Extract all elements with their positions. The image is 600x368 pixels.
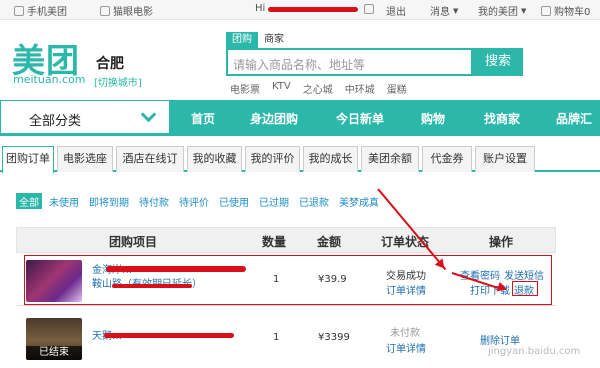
highlight-box-refund [512,281,538,296]
user-greeting: Hi [255,3,266,14]
deal-thumbnail[interactable]: 已结束 [26,318,82,360]
order-status: 未付款 [390,328,420,339]
tab-balance[interactable]: 美团余额 [361,146,419,172]
col-item: 团购项目 [109,235,158,249]
filter-unused[interactable]: 未使用 [46,193,82,209]
delete-order-link[interactable]: 删除订单 [480,332,520,347]
nav-nearby[interactable]: 身边团购 [250,110,298,127]
search-tab-merchants[interactable]: 商家 [258,32,290,48]
account-tabs: 团购订单 电影选座 酒店在线订 我的收藏 我的评价 我的成长 美团余额 代金券 … [0,146,600,173]
mobile-app-link[interactable]: 手机美团 [14,3,67,18]
hot-keywords: 电影票 KTV 之心城 中环城 蛋糕 [230,81,407,96]
search-button[interactable]: 搜索 [473,48,523,76]
redacted-title [104,333,234,338]
cart-icon [541,5,551,16]
current-city: 合肥 [96,56,124,72]
filter-dream[interactable]: 美梦成真 [336,193,382,209]
nav-merchants[interactable]: 找商家 [484,110,520,127]
tab-vouchers[interactable]: 代金券 [422,146,472,172]
filter-used[interactable]: 已使用 [216,193,252,209]
logout-link[interactable]: 退出 [386,3,406,18]
order-filters: 全部 未使用 即将到期 待付款 待评价 已使用 已过期 已退款 美梦成真 [16,193,382,209]
messages-link[interactable]: 消息 ▼ [430,3,459,19]
top-bar: 手机美团 猫眼电影 Hi 退出 消息 ▼ 我的美团 ▼ 购物车0 [0,0,600,20]
switch-city-link[interactable]: [切换城市] [94,74,142,89]
quantity: 1 [273,332,280,343]
filter-to-review[interactable]: 待评价 [176,193,212,209]
col-quantity: 数量 [262,235,287,249]
chevron-down-icon: ▼ [453,6,459,15]
tab-movie-seats[interactable]: 电影选座 [57,146,113,172]
tab-favorites[interactable]: 我的收藏 [187,146,242,172]
filter-all[interactable]: 全部 [16,193,42,209]
hot-keyword[interactable]: 蛋糕 [387,81,407,96]
filter-refunded[interactable]: 已退款 [296,193,332,209]
redacted-username [268,7,358,12]
tab-account-settings[interactable]: 账户设置 [475,146,535,172]
movie-link[interactable]: 猫眼电影 [100,3,153,18]
cart-link[interactable]: 购物车0 [541,3,590,18]
nav-shopping[interactable]: 购物 [421,110,445,127]
nav-new-today[interactable]: 今日新单 [336,110,384,127]
ended-badge: 已结束 [26,346,82,360]
chevron-down-icon: ▼ [521,6,527,15]
search-tab-deals[interactable]: 团购 [226,32,258,48]
filter-unpaid[interactable]: 待付款 [136,193,172,209]
tab-reviews[interactable]: 我的评价 [245,146,300,172]
nav-home[interactable]: 首页 [191,110,215,127]
tab-hotel-booking[interactable]: 酒店在线订 [116,146,184,172]
col-actions: 操作 [489,235,514,249]
tab-group-orders[interactable]: 团购订单 [2,146,54,173]
filter-expiring[interactable]: 即将到期 [86,193,132,209]
chevron-down-icon [140,106,157,123]
hot-keyword[interactable]: 电影票 [230,81,260,96]
amount: ¥3399 [318,332,350,343]
order-detail-link[interactable]: 订单详情 [386,340,426,355]
all-categories-dropdown[interactable]: 全部分类 [0,100,170,136]
table-row: 已结束 天鹅… 1 ¥3399 未付款 订单详情 删除订单 [16,310,556,368]
hot-keyword[interactable]: 中环城 [345,81,375,96]
col-amount: 金额 [317,235,342,249]
search-scope-tabs: 团购 商家 [226,32,290,48]
phone-icon [14,5,24,16]
mail-icon[interactable] [364,4,374,14]
logo-domain: meituan.com [13,73,86,86]
nav-brands[interactable]: 品牌汇 [556,110,592,127]
watermark: jingyan.baidu.com [488,346,581,357]
filter-expired[interactable]: 已过期 [256,193,292,209]
tab-growth[interactable]: 我的成长 [303,146,358,172]
search-input[interactable]: 请输入商品名称、地址等 [226,48,473,76]
hot-keyword[interactable]: KTV [272,81,291,96]
hot-keyword[interactable]: 之心城 [303,81,333,96]
cat-eye-icon [100,5,110,16]
orders-table-header: 团购项目 数量 金额 订单状态 操作 [16,227,556,253]
my-meituan-link[interactable]: 我的美团 ▼ [478,3,527,19]
main-nav: 全部分类 首页 身边团购 今日新单 购物 找商家 品牌汇 [0,100,600,136]
